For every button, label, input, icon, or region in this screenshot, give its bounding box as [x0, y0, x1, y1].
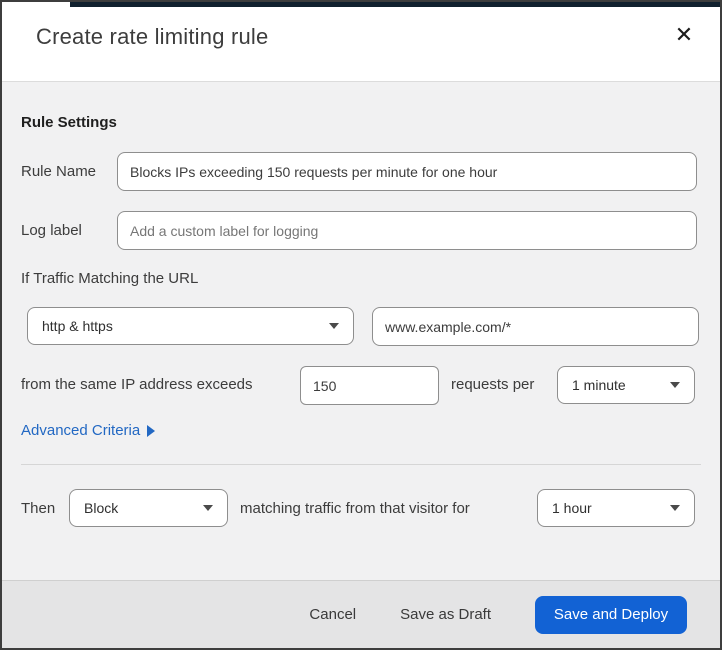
traffic-match-heading: If Traffic Matching the URL [21, 270, 199, 287]
screen: Create rate limiting rule ✕ Rule Setting… [0, 0, 722, 650]
modal-title: Create rate limiting rule [36, 24, 269, 49]
threshold-prefix-text: from the same IP address exceeds [21, 376, 253, 393]
close-icon: ✕ [674, 22, 694, 47]
modal-body: Rule Settings Rule Name Log label If Tra… [2, 82, 720, 580]
duration-select[interactable]: 1 hour [537, 489, 695, 527]
chevron-down-icon [203, 505, 213, 511]
modal-footer: Cancel Save as Draft Save and Deploy [2, 580, 720, 648]
save-as-draft-button[interactable]: Save as Draft [400, 606, 491, 623]
period-select-value: 1 minute [572, 377, 626, 393]
matching-traffic-text: matching traffic from that visitor for [240, 500, 470, 517]
then-text: Then [21, 500, 56, 517]
rule-name-label: Rule Name [21, 163, 97, 180]
url-input[interactable] [372, 307, 699, 346]
cancel-button[interactable]: Cancel [309, 606, 356, 623]
section-divider [21, 464, 701, 465]
requests-per-text: requests per [451, 376, 535, 393]
chevron-down-icon [670, 382, 680, 388]
action-select-value: Block [84, 500, 119, 516]
close-button[interactable]: ✕ [664, 15, 704, 55]
arrow-right-icon [147, 424, 156, 437]
chevron-down-icon [329, 323, 339, 329]
save-and-deploy-button[interactable]: Save and Deploy [535, 595, 687, 634]
request-count-input[interactable] [300, 366, 439, 405]
advanced-criteria-link[interactable]: Advanced Criteria [21, 422, 156, 439]
action-select[interactable]: Block [69, 489, 228, 527]
scheme-select-value: http & https [42, 318, 113, 334]
scheme-select[interactable]: http & https [27, 307, 354, 345]
duration-select-value: 1 hour [552, 500, 592, 516]
modal-header: Create rate limiting rule ✕ [2, 7, 720, 81]
log-label-label: Log label [21, 222, 82, 239]
period-select[interactable]: 1 minute [557, 366, 695, 404]
rule-name-input[interactable] [117, 152, 697, 191]
chevron-down-icon [670, 505, 680, 511]
advanced-criteria-label: Advanced Criteria [21, 422, 141, 439]
section-heading: Rule Settings [21, 114, 117, 131]
log-label-input[interactable] [117, 211, 697, 250]
